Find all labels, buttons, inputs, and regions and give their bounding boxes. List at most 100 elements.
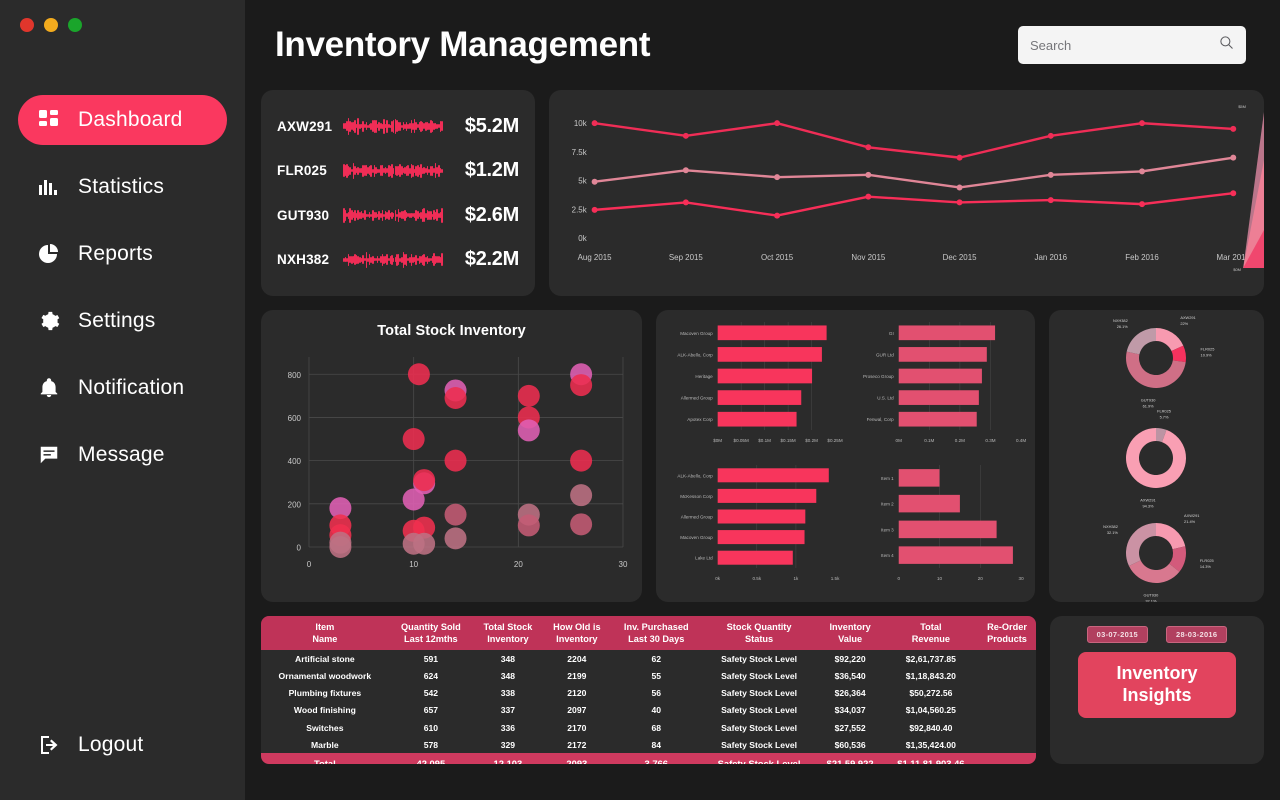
table-row[interactable]: Wood finishing657337209740Safety Stock L… (261, 702, 1036, 719)
waveform-card: AXW291 $5.2M FLR025 $1.2M GUT930 $2.6M N… (261, 90, 535, 296)
window-controls (0, 0, 245, 32)
header-line1: How Old is (553, 622, 600, 632)
table-cell: 610 (389, 719, 473, 736)
table-cell: $50,272.56 (884, 685, 978, 702)
table-cell: $1,18,843.20 (884, 667, 978, 684)
waveform-code: NXH382 (277, 252, 335, 267)
scatter-point (329, 536, 351, 558)
sidebar-item-reports[interactable]: Reports (18, 229, 227, 279)
x-axis-tick: 0 (897, 576, 900, 581)
sidebar-item-settings[interactable]: Settings (18, 296, 227, 346)
scatter-point (570, 450, 592, 472)
line-data-point (1230, 126, 1236, 132)
area-y-max-label: $5M (1238, 104, 1246, 109)
table-cell: 56 (611, 685, 702, 702)
scatter-point (570, 513, 592, 535)
header-line1: Stock Quantity (727, 622, 792, 632)
sidebar-item-dashboard[interactable]: Dashboard (18, 95, 227, 145)
header-line2: Products (987, 634, 1027, 644)
waveform-visual (343, 198, 443, 232)
bar (899, 495, 960, 513)
line-data-point (1048, 133, 1054, 139)
sidebar: Dashboard Statistics Reports Settings (0, 0, 245, 800)
logout-label: Logout (78, 733, 143, 757)
table-total-cell: Safety Stock Level (702, 753, 817, 764)
bar-category-label: Item 1 (881, 476, 894, 481)
line-data-point (683, 199, 689, 205)
sidebar-item-label: Message (78, 443, 165, 467)
line-data-point (774, 174, 780, 180)
donut-percent: 61.9% (1143, 403, 1155, 408)
scatter-title: Total Stock Inventory (261, 310, 642, 339)
table-cell: 348 (473, 667, 543, 684)
waveform-row: AXW291 $5.2M (277, 109, 519, 143)
table-cell: 591 (389, 650, 473, 667)
header-line1: Total (920, 622, 941, 632)
inventory-insights-button[interactable]: Inventory Insights (1078, 652, 1236, 718)
maximize-window-button[interactable] (68, 18, 82, 32)
header-line2: Status (745, 634, 773, 644)
line-series (595, 193, 1234, 215)
logout-button[interactable]: Logout (36, 732, 143, 758)
table-row[interactable]: Ornamental woodwork624348219955Safety St… (261, 667, 1036, 684)
bar (899, 469, 940, 487)
table-total-cell (978, 753, 1036, 764)
table-cell: 542 (389, 685, 473, 702)
waveform-visual (343, 154, 443, 188)
search-input[interactable] (1030, 38, 1211, 53)
close-window-button[interactable] (20, 18, 34, 32)
line-data-point (592, 179, 598, 185)
scatter-point (408, 363, 430, 385)
table-cell: 336 (473, 719, 543, 736)
main-content: Inventory Management AXW291 $5.2M FLR025 (245, 0, 1280, 800)
date-from-badge[interactable]: 03-07-2015 (1087, 626, 1148, 643)
bar-category-label: ALK-Abello, Corp (677, 473, 713, 478)
pie-chart-icon (36, 241, 62, 267)
table-cell (978, 719, 1036, 736)
search-box[interactable] (1018, 26, 1246, 64)
donut-percent: 26.1% (1117, 324, 1129, 329)
table-cell (978, 736, 1036, 753)
scatter-point (445, 450, 467, 472)
y-axis-tick: 0 (297, 544, 302, 553)
header-line2: Name (312, 634, 337, 644)
scatter-point (570, 484, 592, 506)
table-column-header: Total StockInventory (473, 616, 543, 650)
waveform-row: GUT930 $2.6M (277, 198, 519, 232)
sidebar-item-notification[interactable]: Notification (18, 363, 227, 413)
line-data-point (683, 133, 689, 139)
waveform-code: AXW291 (277, 119, 335, 134)
table-cell: 40 (611, 702, 702, 719)
sidebar-item-message[interactable]: Message (18, 430, 227, 480)
header-line1: Item (315, 622, 334, 632)
sidebar-item-statistics[interactable]: Statistics (18, 162, 227, 212)
bar (718, 412, 797, 427)
scatter-point (570, 374, 592, 396)
donut-slice (1127, 328, 1156, 354)
table-row[interactable]: Switches610336217068Safety Stock Level$2… (261, 719, 1036, 736)
table-cell (978, 685, 1036, 702)
table-cell: 2170 (543, 719, 611, 736)
table-cell (978, 702, 1036, 719)
x-axis-tick: $0.2M (805, 438, 818, 443)
x-axis-tick: 0.5k (752, 576, 761, 581)
grid-icon (36, 107, 62, 133)
table-cell: $1,35,424.00 (884, 736, 978, 753)
bar (899, 325, 995, 340)
table-row[interactable]: Marble578329217284Safety Stock Level$60,… (261, 736, 1036, 753)
bar (718, 509, 806, 523)
bar (899, 347, 987, 362)
x-axis-tick: 0M (896, 438, 903, 443)
bar (718, 530, 805, 544)
date-to-badge[interactable]: 28-03-2016 (1166, 626, 1227, 643)
table-cell: 68 (611, 719, 702, 736)
table-cell: Safety Stock Level (702, 650, 817, 667)
table-row[interactable]: Artificial stone591348220462Safety Stock… (261, 650, 1036, 667)
search-icon[interactable] (1219, 35, 1234, 55)
donut-label: AXW291 (1184, 513, 1199, 518)
table-row[interactable]: Plumbing fixtures542338212056Safety Stoc… (261, 685, 1036, 702)
minimize-window-button[interactable] (44, 18, 58, 32)
dashboard-app: Dashboard Statistics Reports Settings (0, 0, 1280, 800)
inventory-insights-card: 03-07-2015 28-03-2016 Inventory Insights (1050, 616, 1264, 764)
bar-category-label: Heritage (695, 374, 713, 379)
